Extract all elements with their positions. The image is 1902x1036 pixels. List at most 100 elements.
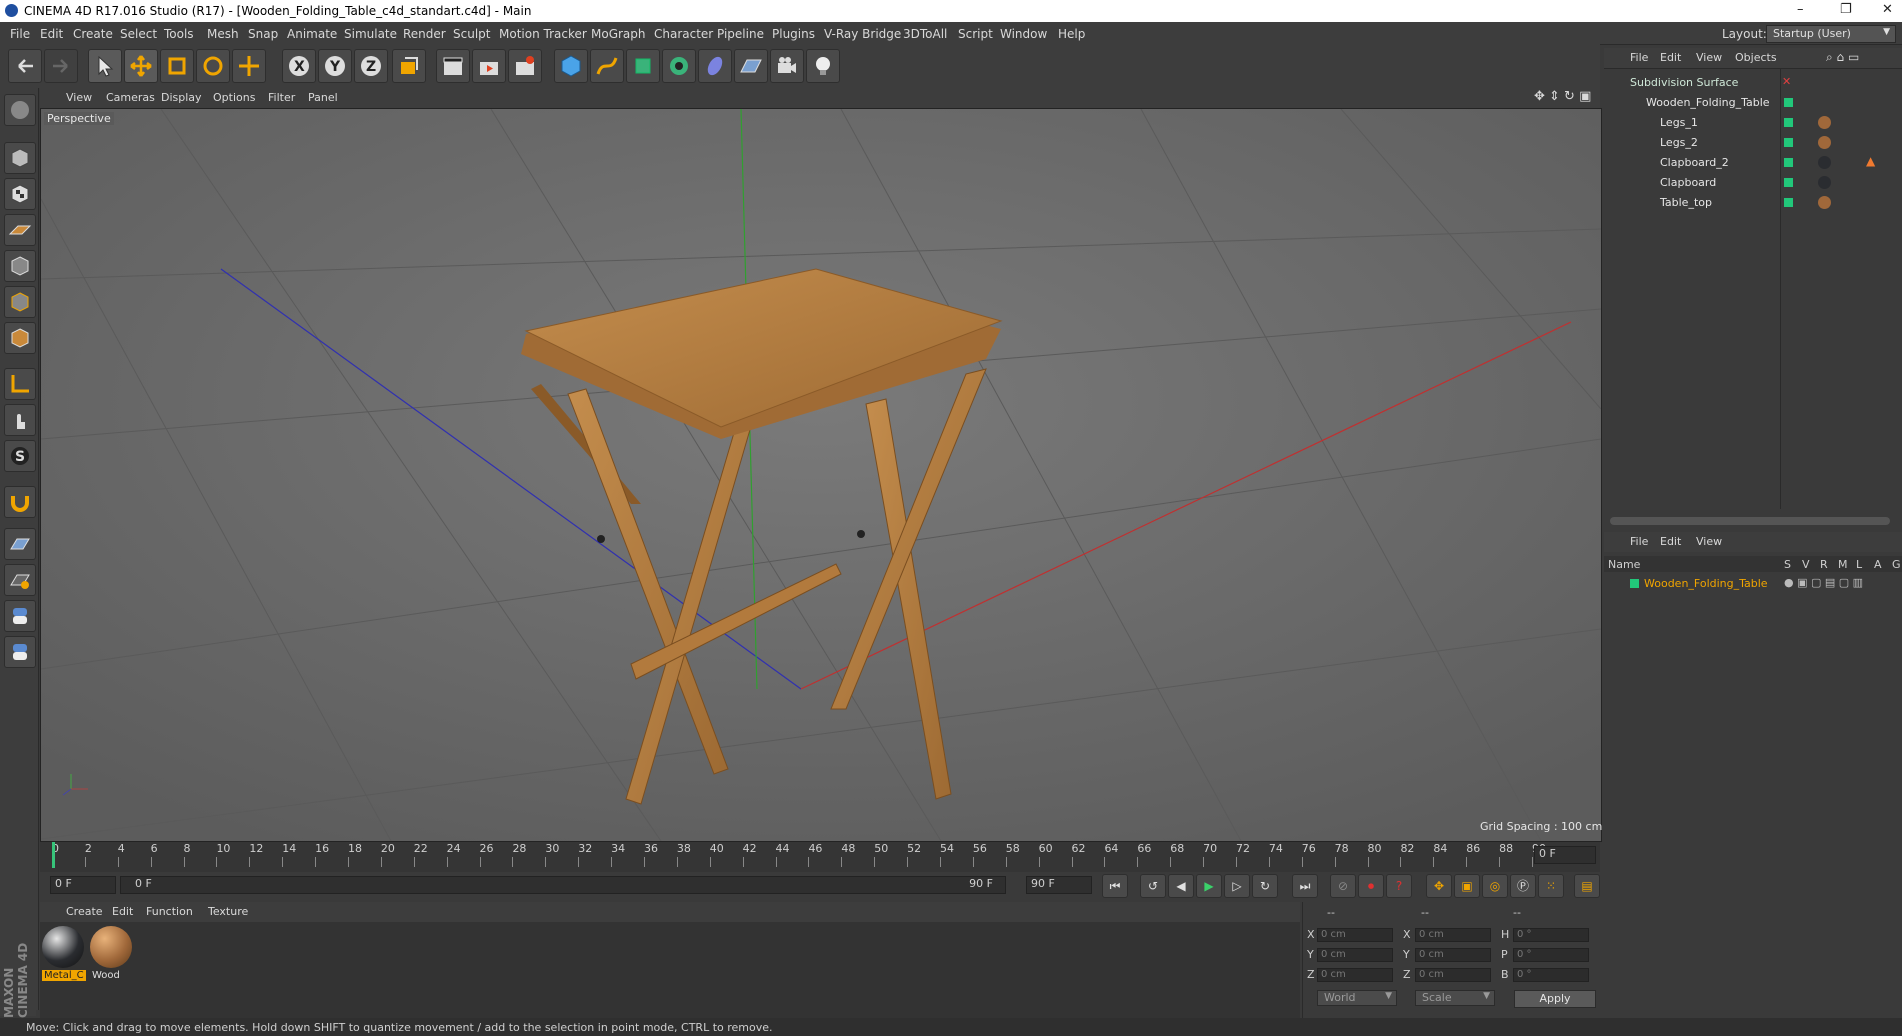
coordinate-space-dropdown[interactable]: World ▼ — [1317, 990, 1397, 1006]
render-settings-button[interactable] — [508, 49, 542, 83]
material-tag-icon[interactable] — [1818, 116, 1831, 129]
minimize-button[interactable]: – — [1797, 2, 1804, 17]
add-camera-button[interactable] — [770, 49, 804, 83]
menu-pipeline[interactable]: Pipeline — [717, 27, 764, 41]
magnet-tool-button[interactable] — [4, 486, 36, 518]
keyframe-selection-button[interactable]: ? — [1386, 874, 1412, 898]
selection-tool-button[interactable] — [88, 49, 122, 83]
menu-select[interactable]: Select — [120, 27, 157, 41]
scale-tool-button[interactable] — [160, 49, 194, 83]
horizontal-scrollbar[interactable] — [1610, 517, 1890, 525]
y-axis-button[interactable]: Y — [318, 49, 352, 83]
material-menu-edit[interactable]: Edit — [112, 905, 133, 918]
previous-key-button[interactable]: ↺ — [1140, 874, 1166, 898]
object-menu-objects[interactable]: Objects — [1735, 51, 1777, 64]
undo-button[interactable] — [8, 49, 42, 83]
size-mode-dropdown[interactable]: Scale ▼ — [1415, 990, 1495, 1006]
tree-row-wooden-folding-table[interactable]: Wooden_Folding_Table — [1604, 93, 1902, 113]
rotation-h-field[interactable]: 0 ° — [1513, 928, 1589, 942]
size-z-field[interactable]: 0 cm — [1415, 968, 1491, 982]
object-menu-file[interactable]: File — [1630, 51, 1648, 64]
timeline-ruler[interactable]: 0 2 4 6 8 10 12 14 16 18 20 22 24 26 28 30 32 34 36 38 40 42 4… — [40, 842, 1600, 872]
model-mode-button[interactable] — [4, 142, 36, 174]
attribute-menu-view[interactable]: View — [1696, 535, 1722, 548]
python-script-2-button[interactable] — [4, 636, 36, 668]
frame-range-slider[interactable]: 0 F 90 F — [120, 876, 1006, 894]
size-y-field[interactable]: 0 cm — [1415, 948, 1491, 962]
menu-tools[interactable]: Tools — [164, 27, 194, 41]
visibility-dot[interactable] — [1784, 118, 1793, 127]
menu-render[interactable]: Render — [403, 27, 446, 41]
menu-snap[interactable]: Snap — [248, 27, 278, 41]
render-view-button[interactable] — [436, 49, 470, 83]
viewport-menu-panel[interactable]: Panel — [308, 91, 338, 104]
menu-mesh[interactable]: Mesh — [207, 27, 239, 41]
edges-mode-button[interactable] — [4, 286, 36, 318]
add-array-button[interactable] — [662, 49, 696, 83]
move-tool-button[interactable] — [124, 49, 158, 83]
make-editable-button[interactable] — [4, 94, 36, 126]
add-nurbs-button[interactable] — [626, 49, 660, 83]
add-floor-button[interactable] — [734, 49, 768, 83]
viewport-navigation-icons[interactable]: ✥ ⇕ ↻ ▣ — [1534, 89, 1591, 104]
visibility-dot[interactable] — [1784, 98, 1793, 107]
menu-character[interactable]: Character — [654, 27, 713, 41]
grid-snap-settings-button[interactable] — [4, 564, 36, 596]
menu-help[interactable]: Help — [1058, 27, 1085, 41]
position-x-field[interactable]: 0 cm — [1317, 928, 1393, 942]
apply-button[interactable]: Apply — [1514, 990, 1596, 1008]
menu-mograph[interactable]: MoGraph — [591, 27, 646, 41]
layout-dropdown[interactable]: Startup (User) ▼ — [1766, 25, 1896, 43]
key-scale-button[interactable]: ▣ — [1454, 874, 1480, 898]
tree-row-table-top[interactable]: Table_top — [1604, 193, 1902, 213]
disabled-x-icon[interactable]: ✕ — [1782, 75, 1791, 88]
python-script-button[interactable] — [4, 600, 36, 632]
rotation-b-field[interactable]: 0 ° — [1513, 968, 1589, 982]
viewport-menu-display[interactable]: Display — [161, 91, 202, 104]
auto-keying-button[interactable]: ⏺ — [1358, 874, 1384, 898]
key-parameter-button[interactable]: Ⓟ — [1510, 874, 1536, 898]
attribute-menu-edit[interactable]: Edit — [1660, 535, 1681, 548]
texture-mode-button[interactable] — [4, 178, 36, 210]
key-position-button[interactable]: ✥ — [1426, 874, 1452, 898]
next-frame-button[interactable]: ▷ — [1224, 874, 1250, 898]
material-tag-icon[interactable] — [1818, 136, 1831, 149]
record-keys-button[interactable]: ⊘ — [1330, 874, 1356, 898]
menu-file[interactable]: File — [10, 27, 30, 41]
visibility-dot[interactable] — [1784, 138, 1793, 147]
material-swatch-metal[interactable]: Metal_C — [42, 926, 86, 982]
menu-script[interactable]: Script — [958, 27, 993, 41]
tree-row-subdivision-surface[interactable]: Subdivision Surface ✕ — [1604, 73, 1902, 93]
attribute-menu-file[interactable]: File — [1630, 535, 1648, 548]
tweak-mode-button[interactable] — [4, 404, 36, 436]
material-menu-create[interactable]: Create — [66, 905, 103, 918]
visibility-dot[interactable] — [1784, 158, 1793, 167]
workplane-mode-button[interactable] — [4, 214, 36, 246]
viewport-menu-filter[interactable]: Filter — [268, 91, 295, 104]
tree-row-clapboard-2[interactable]: Clapboard_2 ▲ — [1604, 153, 1902, 173]
end-frame-field[interactable]: 90 F — [1026, 876, 1092, 894]
position-z-field[interactable]: 0 cm — [1317, 968, 1393, 982]
material-menu-texture[interactable]: Texture — [208, 905, 248, 918]
close-button[interactable]: ✕ — [1882, 2, 1893, 17]
menu-simulate[interactable]: Simulate — [344, 27, 397, 41]
material-menu-function[interactable]: Function — [146, 905, 193, 918]
snap-toggle-button[interactable]: S — [4, 440, 36, 472]
menu-sculpt[interactable]: Sculpt — [453, 27, 490, 41]
current-frame-field[interactable]: 0 F — [1534, 846, 1596, 864]
go-to-end-button[interactable]: ⏭ — [1292, 874, 1318, 898]
add-cube-button[interactable] — [554, 49, 588, 83]
object-menu-edit[interactable]: Edit — [1660, 51, 1681, 64]
add-light-button[interactable] — [806, 49, 840, 83]
menu-edit[interactable]: Edit — [40, 27, 63, 41]
material-swatch-wood[interactable]: Wood — [90, 926, 134, 982]
timeline-layout-button[interactable]: ▤ — [1574, 874, 1600, 898]
z-axis-button[interactable]: Z — [354, 49, 388, 83]
rotate-tool-button[interactable] — [196, 49, 230, 83]
maximize-button[interactable]: ❐ — [1840, 2, 1852, 17]
3d-viewport[interactable] — [40, 108, 1602, 842]
axis-mode-button[interactable] — [4, 368, 36, 400]
go-to-start-button[interactable]: ⏮ — [1102, 874, 1128, 898]
x-axis-button[interactable]: X — [282, 49, 316, 83]
viewport-menu-view[interactable]: View — [66, 91, 92, 104]
